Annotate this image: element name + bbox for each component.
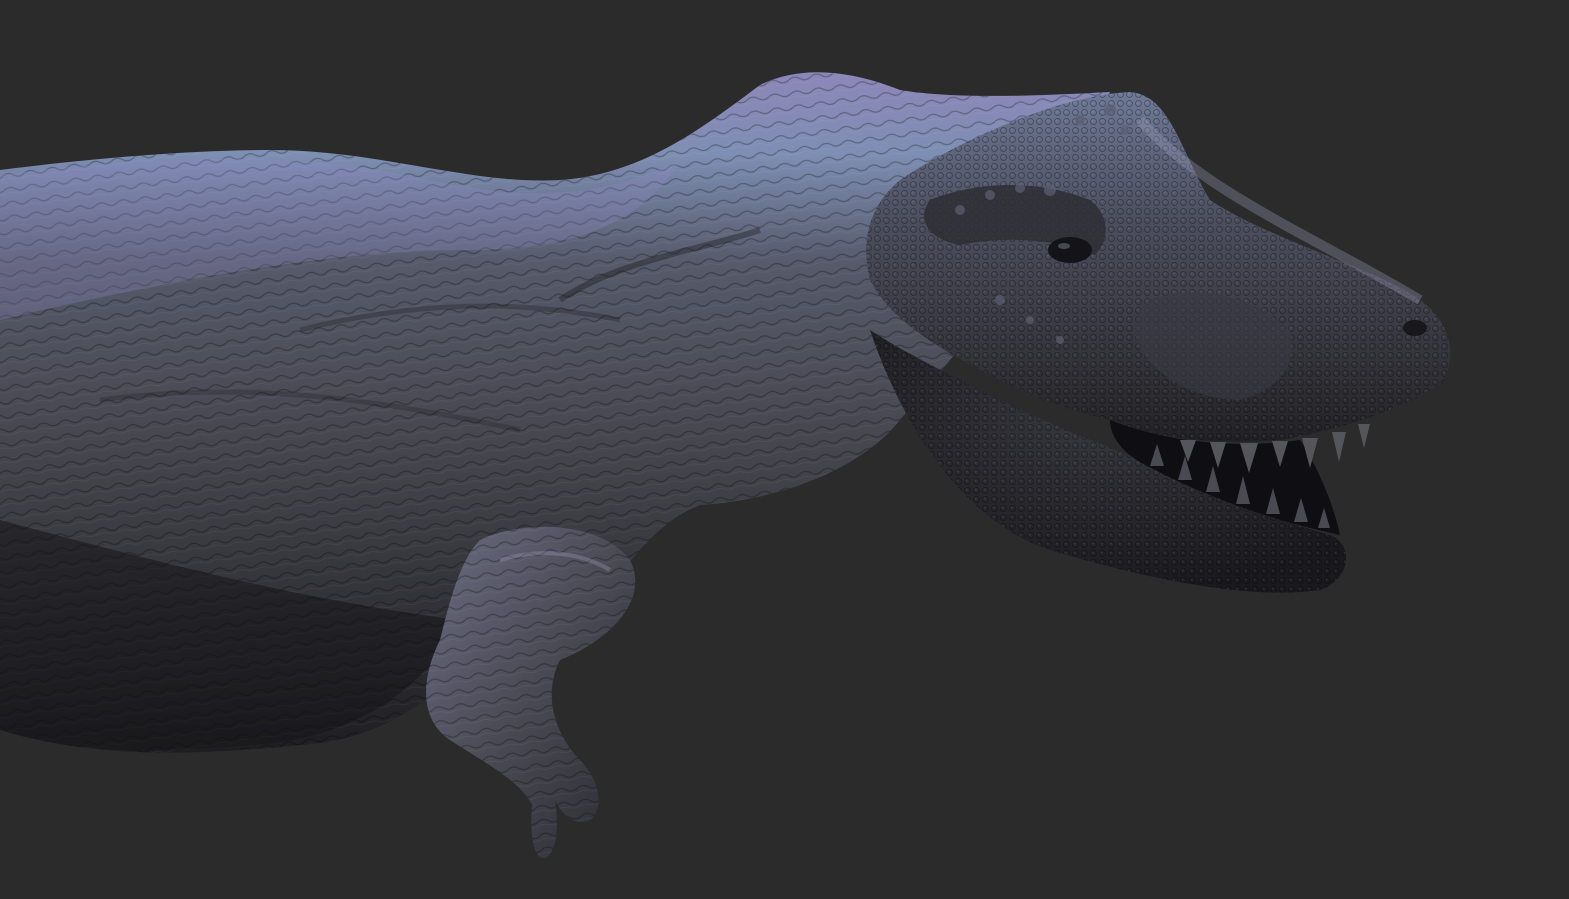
eye: [1048, 237, 1092, 263]
viewport: [0, 0, 1569, 899]
trex-sculpt-render: [0, 0, 1569, 899]
nostril: [1403, 320, 1427, 336]
